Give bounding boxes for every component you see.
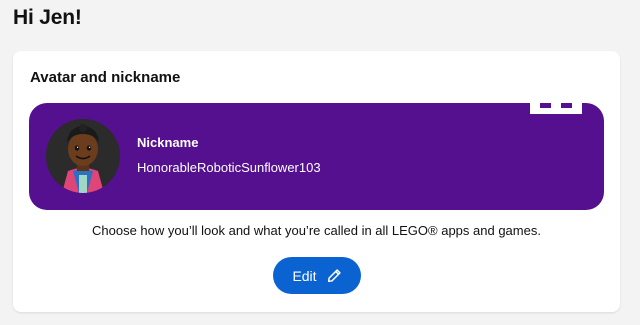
avatar-minifigure-icon: [46, 119, 120, 193]
pencil-icon: [327, 268, 342, 283]
edit-button[interactable]: Edit: [273, 257, 361, 294]
edit-button-label: Edit: [292, 267, 317, 284]
nickname-value: HonorableRoboticSunflower103: [137, 160, 321, 175]
page-greeting: Hi Jen!: [13, 6, 82, 29]
avatar-nickname-card: Avatar and nickname Nickname HonorableRo…: [13, 51, 620, 312]
card-title: Avatar and nickname: [30, 69, 181, 86]
avatar[interactable]: [46, 119, 120, 193]
nickname-label: Nickname: [137, 135, 199, 150]
avatar-banner: Nickname HonorableRoboticSunflower103: [29, 103, 604, 210]
avatar-description: Choose how you’ll look and what you’re c…: [92, 223, 541, 238]
lego-bricks-decoration-icon: [530, 103, 582, 114]
